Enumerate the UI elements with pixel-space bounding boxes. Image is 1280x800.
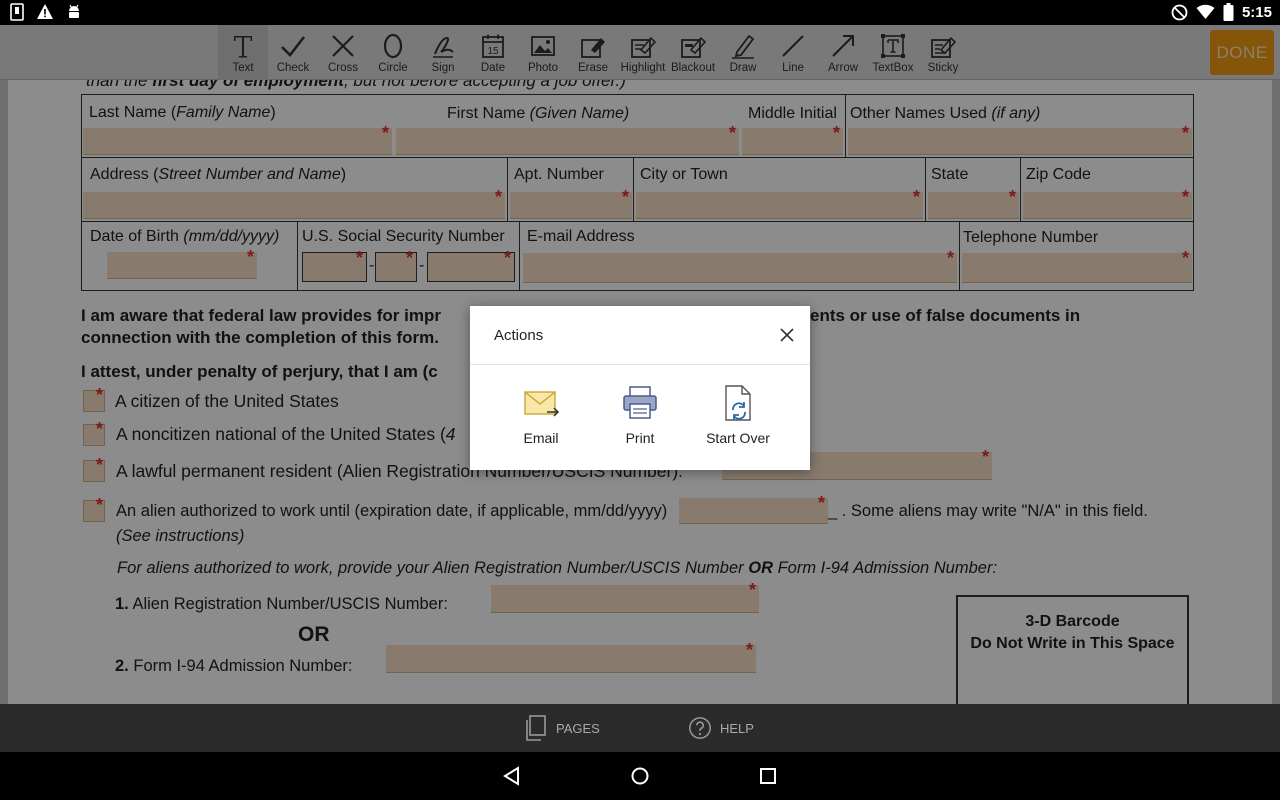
help-button[interactable]: HELP [688,715,754,741]
sd-card-icon [10,3,24,21]
back-icon [503,766,519,786]
close-icon [780,328,794,342]
dialog-title: Actions [494,327,544,344]
home-button[interactable] [628,764,652,788]
email-action-button[interactable]: Email [492,384,590,446]
warning-icon [36,3,54,21]
print-icon [623,386,657,419]
close-dialog-button[interactable] [776,324,798,346]
navigation-bar [0,752,1280,800]
recents-button[interactable] [756,764,780,788]
print-action-button[interactable]: Print [591,384,689,446]
android-icon [66,3,82,21]
status-bar-system: 5:15 [1171,3,1272,21]
email-icon [524,391,560,417]
recents-icon [760,768,776,784]
help-label: HELP [720,720,754,736]
start-over-action-button[interactable]: Start Over [689,384,787,446]
wifi-icon [1196,4,1215,20]
pages-icon [526,715,546,741]
battery-icon [1223,3,1234,21]
help-icon [689,717,711,739]
dialog-divider [470,364,810,365]
start-over-icon [725,385,751,421]
dnd-icon [1171,4,1188,21]
bottom-bar: PAGES HELP [0,704,1280,752]
pages-label: PAGES [556,720,600,736]
status-time: 5:15 [1241,3,1272,21]
status-bar-notifications [10,3,82,21]
home-icon [631,767,649,785]
back-button[interactable] [500,764,524,788]
actions-dialog: Actions Email Print Start Over [470,306,810,470]
status-bar: 5:15 [0,0,1280,25]
pages-button[interactable]: PAGES [524,715,600,741]
